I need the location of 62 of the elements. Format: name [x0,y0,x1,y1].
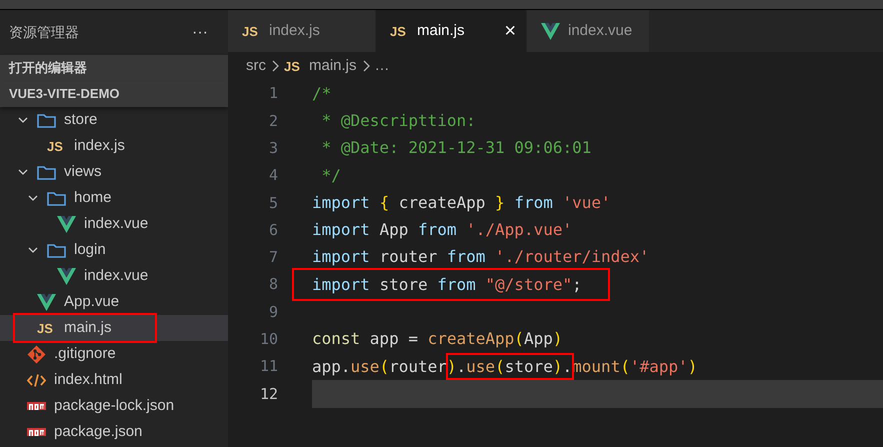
folder-icon [37,164,56,180]
breadcrumb-item[interactable]: main.js [309,54,357,78]
line-number: 11 [258,356,278,378]
code-line: import router from './router/index' [312,246,650,268]
code-line: import App from './App.vue' [312,219,572,242]
file-name[interactable]: index.vue [84,264,148,288]
section-header[interactable]: VUE3-VITE-DEMO [0,81,228,107]
file-name[interactable]: views [64,160,102,184]
code-line: */ [320,164,341,187]
vue-file-icon [57,216,76,232]
file-name[interactable]: package.json [54,420,142,444]
line-number: 5 [268,192,278,214]
vue-file-icon [541,22,560,40]
line-number: 1 [268,83,278,104]
line-number: 4 [268,165,278,186]
code-line: const app = createApp(App) [312,328,562,350]
line-number: 12 [258,384,278,405]
panel-title: 资源管理器 [9,23,79,42]
vue-file-icon [57,268,76,284]
file-name[interactable]: login [74,238,106,262]
code-line: * @Descripttion: [320,110,476,132]
code-line: * @Date: 2021-12-31 09:06:01 [320,137,592,160]
editor-tab[interactable]: JS index.js [228,10,376,52]
code-line: import { createApp } from 'vue' [312,192,611,214]
vue-file-icon [37,294,56,310]
js-file-icon: JS [284,60,303,72]
file-name[interactable]: .gitignore [54,342,116,366]
close-tab-button[interactable]: × [504,21,516,41]
file-name[interactable]: package-lock.json [54,394,174,418]
file-name[interactable]: home [74,186,112,210]
more-actions-button[interactable]: ··· [192,24,208,40]
code-line: /* [312,82,332,105]
file-name[interactable]: index.vue [84,212,148,236]
js-file-icon: JS [390,24,409,38]
editor-tab[interactable]: JS main.js × [376,10,527,52]
file-name[interactable]: App.vue [64,290,120,314]
editor-tab[interactable]: index.vue [527,10,650,52]
package-file-icon [27,428,46,436]
file-name[interactable]: index.js [74,134,125,158]
breadcrumb-item[interactable]: … [374,54,390,78]
file-name[interactable]: store [64,108,98,132]
js-file-icon: JS [47,140,66,152]
folder-icon [37,112,56,128]
section-header[interactable]: 打开的编辑器 [0,55,228,81]
line-number: 3 [268,138,278,159]
file-name[interactable]: index.html [54,368,122,392]
folder-icon [47,242,66,258]
js-file-icon: JS [242,24,261,38]
line-number: 10 [258,329,278,350]
selected-tree-row[interactable]: JS main.js [0,315,228,341]
line-number: 8 [268,274,278,296]
js-file-icon: JS [37,322,56,334]
code-line: import store from "@/store"; [312,272,582,297]
line-number: 2 [268,110,278,132]
line-number: 9 [268,302,278,323]
line-number: 6 [268,220,278,241]
code-file-icon [27,372,46,388]
line-number: 7 [268,247,278,268]
folder-icon [47,190,66,206]
breadcrumb-item[interactable]: src [246,54,266,78]
package-file-icon [27,402,46,410]
git-file-icon [27,344,46,364]
